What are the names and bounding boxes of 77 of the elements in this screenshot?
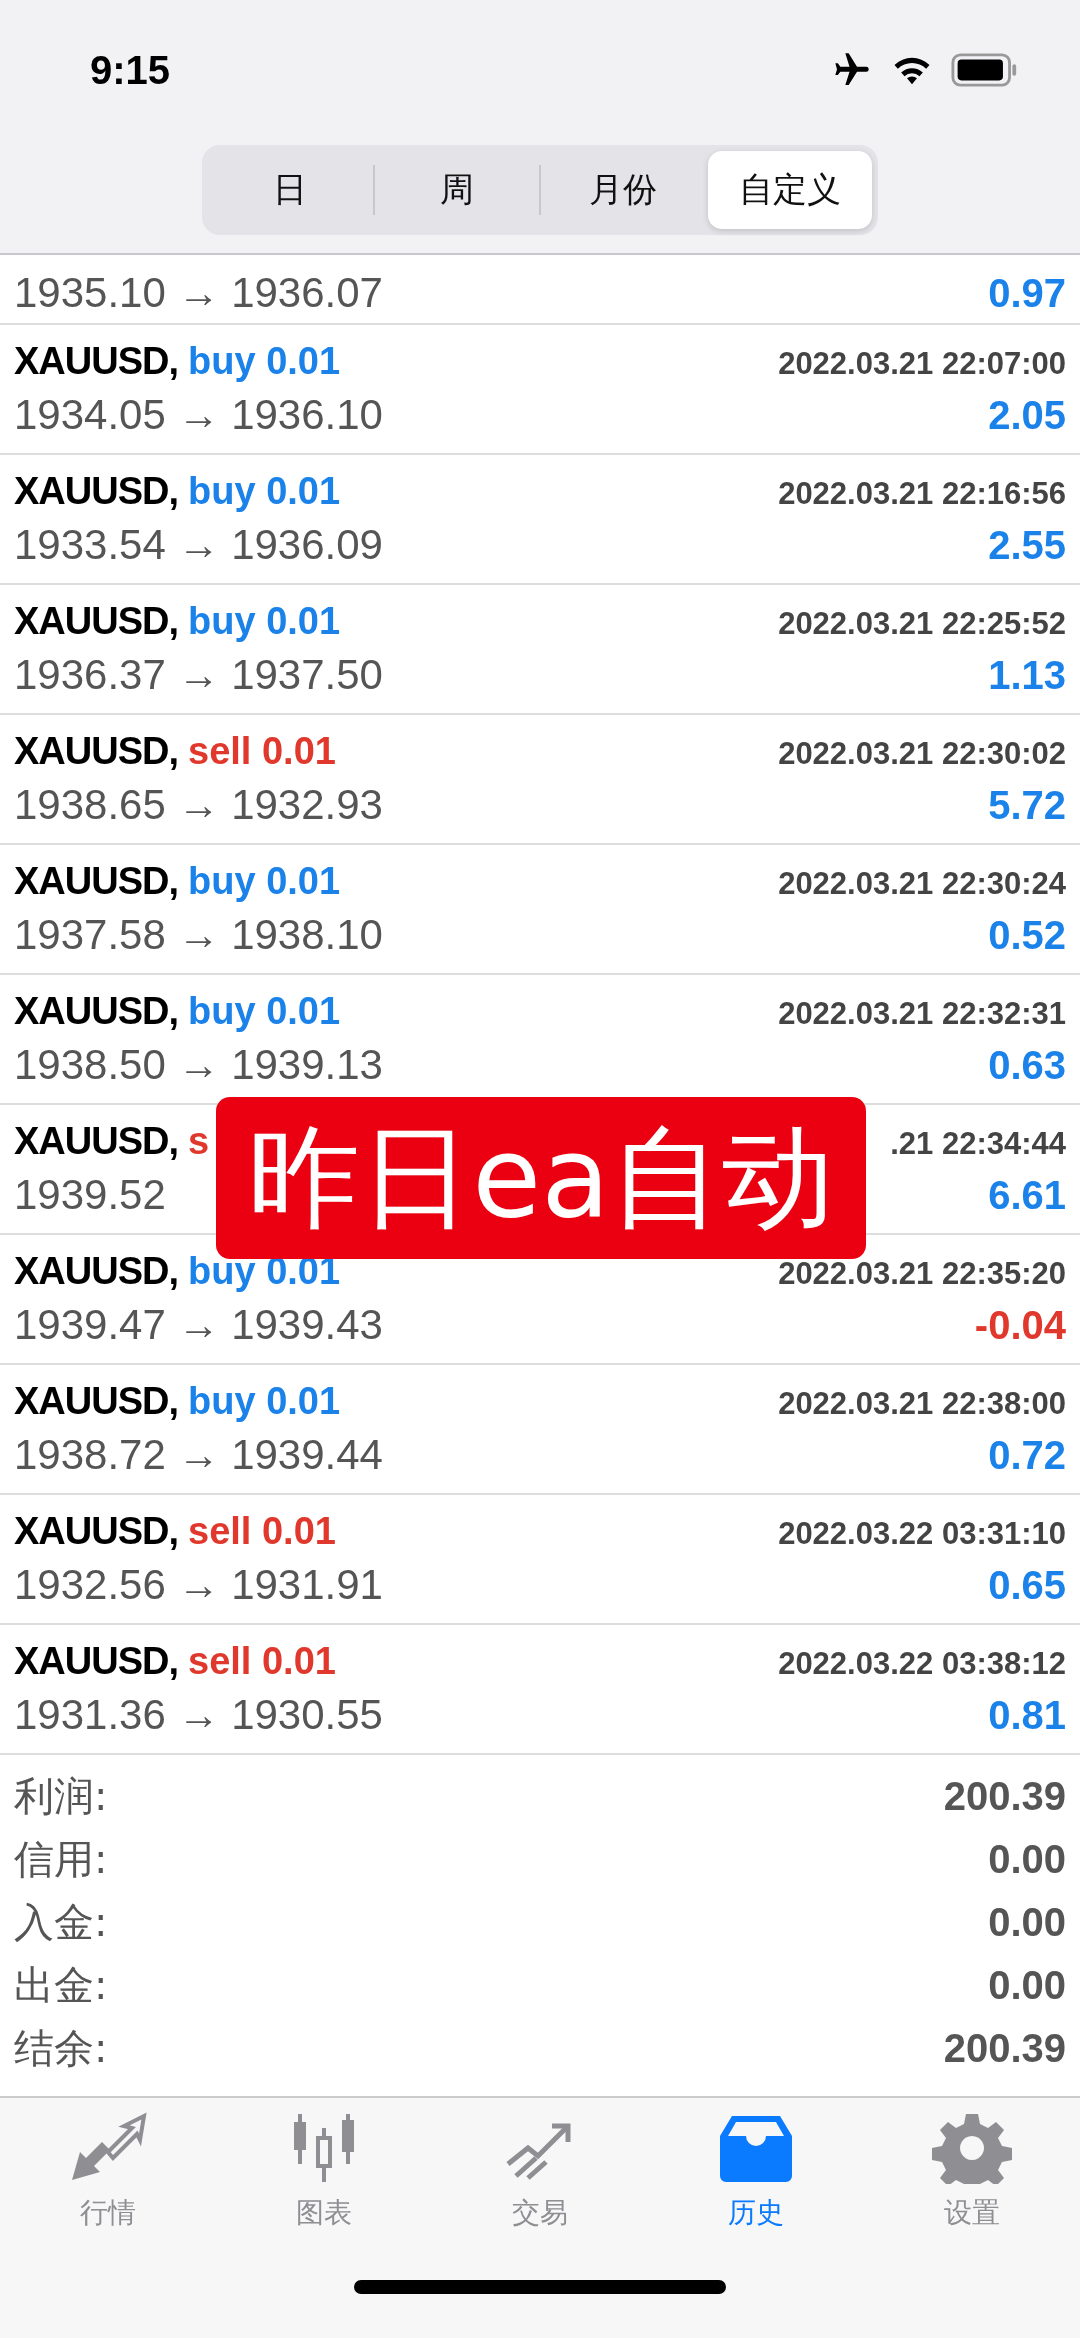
deal-symbol: XAUUSD, xyxy=(14,1379,179,1423)
deal-symbol: XAUUSD, xyxy=(14,989,179,1033)
deal-symbol: XAUUSD, xyxy=(14,1509,179,1553)
segment-tab[interactable]: 日 xyxy=(208,151,373,229)
deal-symbol: XAUUSD, xyxy=(14,1249,179,1293)
deal-time: 2022.03.21 22:38:00 xyxy=(778,1385,1066,1422)
price-range: 1938.65 → 1932.93 xyxy=(14,780,383,829)
deal-symbol: XAUUSD, xyxy=(14,339,179,383)
deal-time: .21 22:34:44 xyxy=(890,1125,1066,1162)
deal-time: 2022.03.21 22:30:24 xyxy=(778,865,1066,902)
deal-type: buy 0.01 xyxy=(188,339,341,383)
price-range: 1939.52 xyxy=(14,1170,166,1219)
status-time: 9:15 xyxy=(90,47,171,93)
tab-bar-item[interactable]: 交易 xyxy=(432,2112,648,2232)
price-range: 1938.50 → 1939.13 xyxy=(14,1040,383,1089)
summary-value: 0.00 xyxy=(988,1837,1066,1882)
summary-value: 0.00 xyxy=(988,1900,1066,1945)
caption-sticker: 昨日ea自动 xyxy=(216,1097,866,1259)
price-range: 1935.10 → 1936.07 xyxy=(14,269,383,317)
summary-value: 200.39 xyxy=(943,1774,1066,1819)
deal-symbol: XAUUSD, xyxy=(14,599,179,643)
deal-type: buy 0.01 xyxy=(188,859,341,903)
deal-time: 2022.03.21 22:32:31 xyxy=(778,995,1066,1032)
summary-label: 出金: xyxy=(14,1961,108,2010)
summary-value: 200.39 xyxy=(943,2026,1066,2071)
deal-type: buy 0.01 xyxy=(188,989,341,1033)
summary-value: 0.00 xyxy=(988,1963,1066,2008)
deal-time: 2022.03.22 03:38:12 xyxy=(778,1645,1066,1682)
profit-value: 0.97 xyxy=(988,271,1066,316)
profit-value: 6.61 xyxy=(988,1172,1066,1218)
deal-type: sell 0.01 xyxy=(188,1639,336,1683)
summary-label: 利润: xyxy=(14,1772,108,1821)
deal-type: buy 0.01 xyxy=(188,469,341,513)
deal-type: sell 0.01 xyxy=(188,1509,336,1553)
deal-symbol: XAUUSD, xyxy=(14,1639,179,1683)
price-range: 1933.54 → 1936.09 xyxy=(14,520,383,569)
deal-time: 2022.03.22 03:31:10 xyxy=(778,1515,1066,1552)
deal-time: 2022.03.21 22:30:02 xyxy=(778,735,1066,772)
summary-label: 信用: xyxy=(14,1835,108,1884)
segment-tab[interactable]: 自定义 xyxy=(707,151,872,229)
tab-bar-item[interactable]: 历史 xyxy=(648,2112,864,2232)
segment-tab[interactable]: 周 xyxy=(374,151,539,229)
deal-symbol: XAUUSD, xyxy=(14,729,179,773)
deal-time: 2022.03.21 22:07:00 xyxy=(778,345,1066,382)
deal-time: 2022.03.21 22:16:56 xyxy=(778,475,1066,512)
price-range: 1937.58 → 1938.10 xyxy=(14,910,383,959)
price-range: 1931.36 → 1930.55 xyxy=(14,1690,383,1739)
profit-value: 2.55 xyxy=(988,522,1066,568)
price-range: 1938.72 → 1939.44 xyxy=(14,1430,383,1479)
price-range: 1934.05 → 1936.10 xyxy=(14,390,383,439)
segment-tab[interactable]: 月份 xyxy=(541,151,706,229)
deal-type: s xyxy=(188,1119,210,1163)
tab-bar-item[interactable]: 设置 xyxy=(864,2112,1080,2232)
price-range: 1939.47 → 1939.43 xyxy=(14,1300,383,1349)
deal-type: buy 0.01 xyxy=(188,1379,341,1423)
deal-symbol: XAUUSD, xyxy=(14,469,179,513)
summary-label: 入金: xyxy=(14,1898,108,1947)
tab-bar-item[interactable]: 行情 xyxy=(0,2112,216,2232)
profit-value: 0.52 xyxy=(988,912,1066,958)
summary-label: 结余: xyxy=(14,2024,108,2073)
profit-value: 0.81 xyxy=(988,1692,1066,1738)
profit-value: 0.65 xyxy=(988,1562,1066,1608)
deal-symbol: XAUUSD, xyxy=(14,1119,179,1163)
deal-time: 2022.03.21 22:25:52 xyxy=(778,605,1066,642)
profit-value: 0.63 xyxy=(988,1042,1066,1088)
settings-icon xyxy=(932,2112,1012,2184)
deal-type: sell 0.01 xyxy=(188,729,336,773)
price-range: 1936.37 → 1937.50 xyxy=(14,650,383,699)
profit-value: 0.72 xyxy=(988,1432,1066,1478)
deal-type: buy 0.01 xyxy=(188,599,341,643)
profit-value: -0.04 xyxy=(974,1302,1066,1348)
profit-value: 2.05 xyxy=(988,392,1066,438)
profit-value: 5.72 xyxy=(988,782,1066,828)
price-range: 1932.56 → 1931.91 xyxy=(14,1560,383,1609)
tab-bar-item[interactable]: 图表 xyxy=(216,2112,432,2232)
deal-symbol: XAUUSD, xyxy=(14,859,179,903)
profit-value: 1.13 xyxy=(988,652,1066,698)
